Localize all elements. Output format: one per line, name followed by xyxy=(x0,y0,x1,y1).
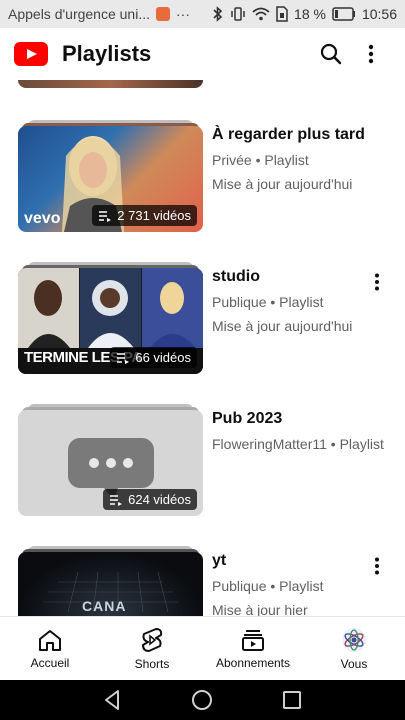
nav-shorts-label: Shorts xyxy=(134,657,170,671)
playlist-icon xyxy=(110,494,123,506)
home-icon xyxy=(39,630,61,651)
playlist-info[interactable]: À regarder plus tard Privée • Playlist M… xyxy=(212,126,372,192)
playlist-title: studio xyxy=(212,268,260,285)
more-notifications-icon: ··· xyxy=(176,6,190,22)
more-vert-icon xyxy=(375,557,379,575)
home-circle-icon[interactable] xyxy=(190,688,214,712)
nav-home[interactable]: Accueil xyxy=(18,617,82,681)
thumbnail-image: TERMINE LES PA 66 vidéos xyxy=(18,268,203,374)
video-count-badge: 66 vidéos xyxy=(110,347,197,368)
playlist-info[interactable]: Pub 2023 FloweringMatter11 • Playlist xyxy=(212,410,397,452)
playlist-privacy: Privée • Playlist xyxy=(212,152,309,168)
playlist-menu-button[interactable] xyxy=(365,554,389,578)
screen: Appels d'urgence uni... ··· 18 % 10:56 P… xyxy=(0,0,405,720)
nav-home-label: Accueil xyxy=(30,656,70,670)
playlist-icon xyxy=(117,352,130,364)
partial-playlist-thumbnail[interactable] xyxy=(18,80,203,88)
more-vert-icon xyxy=(368,44,374,64)
bluetooth-icon xyxy=(213,6,223,22)
playlist-title: Pub 2023 xyxy=(212,410,283,427)
playlist-updated: Mise à jour hier xyxy=(212,602,308,616)
battery-percent: 18 % xyxy=(294,6,326,22)
playlist-info[interactable]: studio Publique • Playlist Mise à jour a… xyxy=(212,268,372,334)
more-vert-icon xyxy=(375,273,379,291)
video-count: 66 vidéos xyxy=(135,350,191,365)
subscriptions-icon xyxy=(242,630,264,651)
more-options-button[interactable] xyxy=(351,34,391,74)
playlist-item[interactable]: vevo 2 731 vidéos À regarder plus tard P… xyxy=(0,120,405,232)
app-notification-icon xyxy=(156,7,170,21)
playlist-thumbnail[interactable]: CANA xyxy=(18,546,203,616)
playlist-updated: Mise à jour aujourd'hui xyxy=(212,176,353,192)
playlist-owner: FloweringMatter11 • Playlist xyxy=(212,436,384,452)
avatar-icon xyxy=(342,628,366,652)
playlist-thumbnail[interactable]: TERMINE LES PA 66 vidéos xyxy=(18,262,203,374)
status-bar: Appels d'urgence uni... ··· 18 % 10:56 xyxy=(0,0,405,28)
video-count: 624 vidéos xyxy=(128,492,191,507)
search-button[interactable] xyxy=(311,34,351,74)
playlist-icon xyxy=(99,210,112,222)
wifi-icon xyxy=(252,7,270,21)
playlist-item[interactable]: TERMINE LES PA 66 vidéos studio Publique… xyxy=(0,262,405,374)
video-count-badge: 624 vidéos xyxy=(103,489,197,510)
playlist-list: vevo 2 731 vidéos À regarder plus tard P… xyxy=(0,80,405,616)
playlist-title: yt xyxy=(212,552,227,569)
thumbnail-image: 624 vidéos xyxy=(18,410,203,516)
system-navigation-bar xyxy=(0,680,405,720)
back-icon[interactable] xyxy=(100,688,124,712)
battery-icon xyxy=(332,7,355,21)
playlist-updated: Mise à jour aujourd'hui xyxy=(212,318,353,334)
playlist-title: À regarder plus tard xyxy=(212,126,365,143)
nav-subscriptions-label: Abonnements xyxy=(215,656,291,670)
playlist-item[interactable]: CANA yt Publique • Playlist Mise à jour … xyxy=(0,546,405,616)
notification-text: Appels d'urgence uni... xyxy=(8,6,150,22)
app-header: Playlists xyxy=(0,28,405,80)
playlist-thumbnail[interactable]: 624 vidéos xyxy=(18,404,203,516)
bottom-navigation: Accueil Shorts Abonnements Vous xyxy=(0,616,405,680)
playlist-privacy: Publique • Playlist xyxy=(212,294,324,310)
video-count: 2 731 vidéos xyxy=(117,208,191,223)
vevo-watermark: vevo xyxy=(24,210,61,227)
page-title: Playlists xyxy=(62,41,152,66)
nav-shorts[interactable]: Shorts xyxy=(122,617,182,681)
thumbnail-image: CANA xyxy=(18,552,203,616)
nav-you[interactable]: Vous xyxy=(326,617,382,681)
youtube-logo-icon[interactable] xyxy=(14,42,48,66)
recents-icon[interactable] xyxy=(280,688,304,712)
thumbnail-caption: CANA xyxy=(82,598,127,614)
playlist-item[interactable]: 624 vidéos Pub 2023 FloweringMatter11 • … xyxy=(0,404,405,516)
nav-subscriptions[interactable]: Abonnements xyxy=(210,617,296,681)
vibrate-icon xyxy=(231,7,245,21)
sim-icon xyxy=(276,6,288,22)
shorts-icon xyxy=(142,628,163,652)
playlist-thumbnail[interactable]: vevo 2 731 vidéos xyxy=(18,120,203,232)
playlist-info[interactable]: yt Publique • Playlist Mise à jour hier xyxy=(212,552,372,616)
clock: 10:56 xyxy=(361,6,397,22)
playlist-privacy: Publique • Playlist xyxy=(212,578,324,594)
search-icon xyxy=(320,43,342,65)
nav-you-label: Vous xyxy=(340,657,368,671)
playlist-menu-button[interactable] xyxy=(365,270,389,294)
thumbnail-image: vevo 2 731 vidéos xyxy=(18,126,203,232)
video-count-badge: 2 731 vidéos xyxy=(92,205,197,226)
